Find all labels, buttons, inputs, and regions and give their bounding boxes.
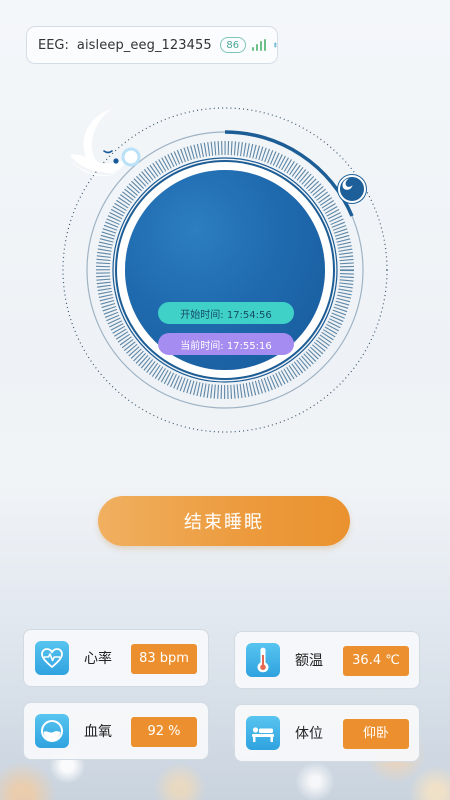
signal-bars-icon bbox=[251, 39, 266, 51]
bluetooth-icon bbox=[273, 42, 277, 48]
forehead-temp-card: 额温 36.4 ℃ bbox=[234, 631, 420, 689]
forehead-temp-label: 额温 bbox=[295, 653, 323, 669]
body-position-value: 仰卧 bbox=[343, 719, 409, 749]
heart-rate-card: 心率 83 bpm bbox=[23, 629, 209, 687]
blood-oxygen-value: 92 % bbox=[131, 717, 197, 747]
blood-oxygen-label: 血氧 bbox=[84, 724, 112, 740]
body-position-label: 体位 bbox=[295, 726, 323, 742]
battery-badge: 86 bbox=[219, 37, 246, 53]
current-time-pill: 当前时间: 17:55:16 bbox=[158, 333, 294, 355]
body-position-card: 体位 仰卧 bbox=[234, 704, 420, 762]
end-sleep-button[interactable]: 结束睡眠 bbox=[98, 496, 350, 546]
heart-rate-value: 83 bpm bbox=[131, 644, 197, 674]
heart-pulse-icon bbox=[35, 641, 69, 675]
moon-badge-icon bbox=[338, 175, 366, 203]
eeg-label: EEG: bbox=[38, 37, 69, 53]
start-time-pill: 开始时间: 17:54:56 bbox=[158, 302, 294, 324]
forehead-temp-value: 36.4 ℃ bbox=[343, 646, 409, 676]
sleeping-moon-icon bbox=[68, 109, 141, 176]
sleep-dial: 开始时间: 17:54:56 当前时间: 17:55:16 bbox=[60, 105, 390, 435]
blood-oxygen-card: 血氧 92 % bbox=[23, 702, 209, 760]
oxygen-gauge-icon bbox=[35, 714, 69, 748]
heart-rate-label: 心率 bbox=[84, 651, 112, 667]
lying-person-icon bbox=[246, 716, 280, 750]
thermometer-icon bbox=[246, 643, 280, 677]
device-name: aisleep_eeg_123455 bbox=[76, 37, 212, 53]
device-status-pill[interactable]: EEG: aisleep_eeg_123455 86 bbox=[26, 26, 278, 64]
